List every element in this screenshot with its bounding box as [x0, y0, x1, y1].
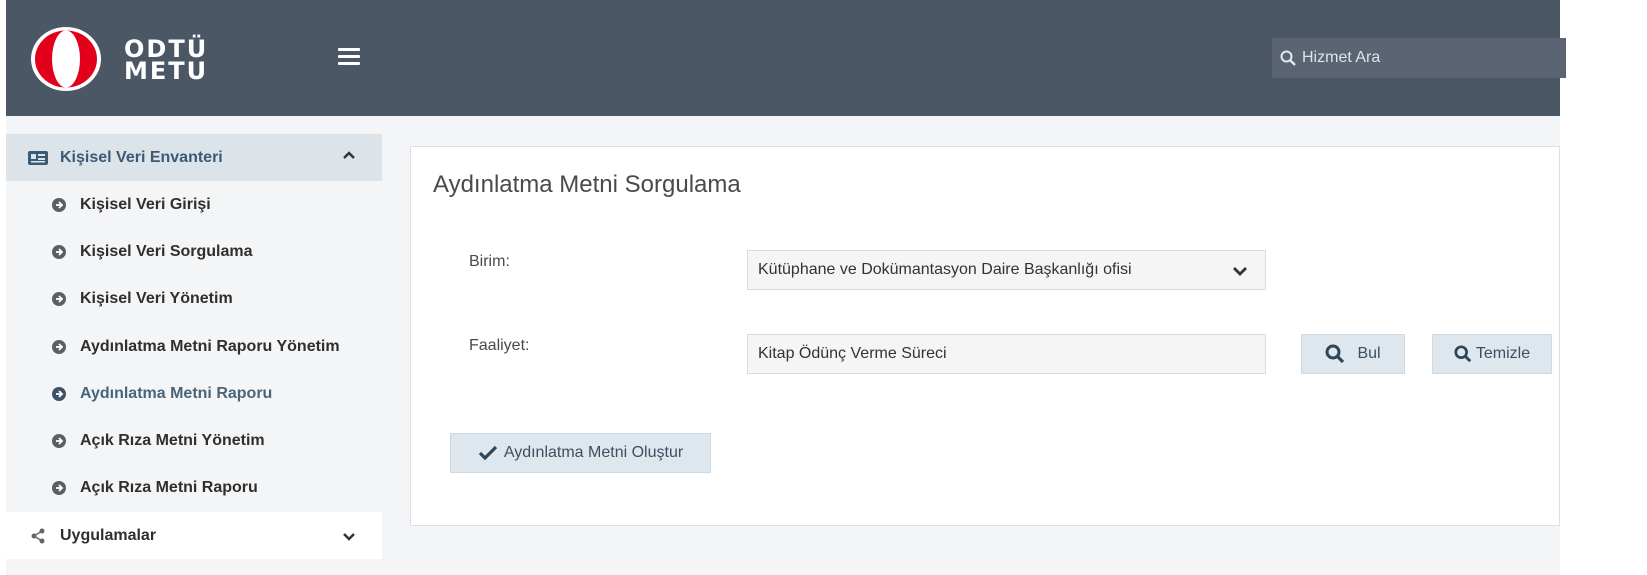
check-icon — [478, 445, 497, 461]
service-search[interactable] — [1272, 38, 1566, 78]
id-card-icon — [28, 150, 48, 165]
arrow-circle-right-icon — [52, 434, 66, 449]
sidebar-section-uygulamalar[interactable]: Uygulamalar — [6, 512, 382, 559]
query-panel: Aydınlatma Metni Sorgulama Birim: Kütüph… — [410, 146, 1560, 526]
sidebar-item-label: Açık Rıza Metni Raporu — [80, 479, 258, 497]
arrow-circle-right-icon — [52, 292, 66, 307]
sidebar-item-label: Kişisel Veri Girişi — [80, 195, 211, 213]
sidebar-item-acik-riza-yonetim[interactable]: Açık Rıza Metni Yönetim — [6, 417, 382, 464]
sidebar-section-title: Uygulamalar — [60, 526, 157, 544]
sidebar-item-label: Aydınlatma Metni Raporu Yönetim — [80, 337, 340, 355]
clear-button[interactable]: Temizle — [1432, 334, 1552, 374]
arrow-circle-right-icon — [52, 339, 66, 354]
faaliyet-label: Faaliyet: — [469, 337, 530, 354]
chevron-down-icon — [1233, 267, 1247, 276]
sidebar-item-aydinlatma-raporu[interactable]: Aydınlatma Metni Raporu — [6, 370, 382, 417]
faaliyet-field[interactable]: Kitap Ödünç Verme Süreci — [747, 334, 1266, 374]
search-icon — [1325, 344, 1345, 364]
create-text-button-label: Aydınlatma Metni Oluştur — [503, 444, 684, 461]
sidebar: Kişisel Veri Envanteri Kişisel Veri Giri… — [6, 116, 382, 575]
page-title: Aydınlatma Metni Sorgulama — [433, 171, 741, 198]
chevron-down-icon[interactable] — [342, 530, 356, 544]
sidebar-item-label: Kişisel Veri Yönetim — [80, 290, 233, 308]
birim-select[interactable]: Kütüphane ve Dokümantasyon Daire Başkanl… — [747, 250, 1266, 290]
sidebar-item-kisisel-veri-girisi[interactable]: Kişisel Veri Girişi — [6, 181, 382, 228]
search-input[interactable] — [1300, 48, 1554, 68]
chevron-up-icon[interactable] — [342, 148, 356, 162]
sidebar-item-kisisel-veri-sorgulama[interactable]: Kişisel Veri Sorgulama — [6, 228, 382, 275]
top-header: ODTÜ METU — [6, 0, 1566, 116]
sidebar-item-label: Kişisel Veri Sorgulama — [80, 242, 253, 260]
sidebar-item-label: Açık Rıza Metni Yönetim — [80, 432, 265, 450]
sidebar-item-acik-riza-raporu[interactable]: Açık Rıza Metni Raporu — [6, 465, 382, 512]
search-icon — [1454, 345, 1472, 363]
sidebar-section-kisisel-veri[interactable]: Kişisel Veri Envanteri — [6, 134, 382, 181]
sidebar-section-title: Kişisel Veri Envanteri — [60, 148, 223, 166]
arrow-circle-right-icon — [52, 244, 66, 259]
metu-logo — [31, 27, 101, 91]
arrow-circle-right-icon — [52, 481, 66, 496]
logo-text-metu: METU — [124, 57, 209, 85]
logo-text: ODTÜ METU — [124, 37, 209, 85]
birim-label: Birim: — [469, 253, 510, 270]
find-button[interactable]: Bul — [1301, 334, 1405, 374]
search-icon — [1280, 50, 1296, 66]
find-button-label: Bul — [1357, 345, 1381, 362]
arrow-circle-right-icon — [52, 386, 66, 401]
menu-toggle-icon[interactable] — [338, 48, 360, 68]
faaliyet-value: Kitap Ödünç Verme Süreci — [758, 345, 947, 362]
sidebar-item-aydinlatma-raporu-yonetim[interactable]: Aydınlatma Metni Raporu Yönetim — [6, 323, 382, 370]
clear-button-label: Temizle — [1475, 345, 1531, 362]
share-icon — [31, 528, 45, 543]
sidebar-item-kisisel-veri-yonetim[interactable]: Kişisel Veri Yönetim — [6, 276, 382, 323]
arrow-circle-right-icon — [52, 197, 66, 212]
birim-value: Kütüphane ve Dokümantasyon Daire Başkanl… — [758, 261, 1132, 278]
sidebar-item-label: Aydınlatma Metni Raporu — [80, 384, 273, 402]
create-text-button[interactable]: Aydınlatma Metni Oluştur — [450, 433, 711, 473]
